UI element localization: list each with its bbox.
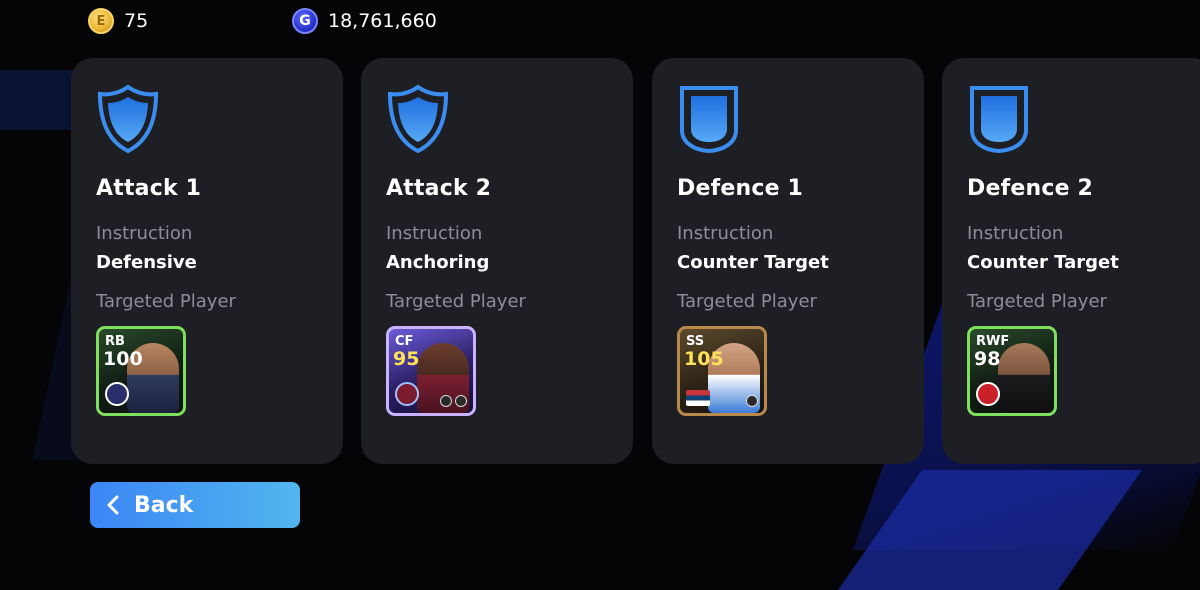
back-button-label: Back <box>134 492 194 518</box>
instruction-value: Anchoring <box>386 252 490 273</box>
player-position: CF <box>395 334 414 349</box>
instruction-label: Instruction <box>677 223 774 244</box>
instruction-value: Counter Target <box>677 252 829 273</box>
player-position: RWF <box>976 334 1010 349</box>
instruction-card-defence-2[interactable]: Defence 2 Instruction Counter Target Tar… <box>942 58 1200 464</box>
instruction-label: Instruction <box>386 223 483 244</box>
targeted-player-label: Targeted Player <box>967 291 1107 312</box>
gp-balance: G 18,761,660 <box>292 8 437 34</box>
instruction-value: Counter Target <box>967 252 1119 273</box>
instruction-label: Instruction <box>967 223 1064 244</box>
chevron-left-icon <box>107 495 119 515</box>
defence-shield-icon <box>680 86 738 154</box>
player-portrait <box>998 343 1050 413</box>
card-title: Attack 2 <box>386 176 492 201</box>
player-rating: 100 <box>103 348 143 370</box>
player-card[interactable]: CF 95 <box>386 326 476 416</box>
skill-chips <box>440 395 467 407</box>
targeted-player-label: Targeted Player <box>677 291 817 312</box>
skill-chip-icon <box>746 395 758 407</box>
targeted-player-label: Targeted Player <box>96 291 236 312</box>
background-stripe <box>837 470 1143 590</box>
club-badge-icon <box>395 382 419 406</box>
card-title: Attack 1 <box>96 176 202 201</box>
coins-balance: E 75 <box>88 8 148 34</box>
player-card[interactable]: RB 100 <box>96 326 186 416</box>
back-button[interactable]: Back <box>90 482 300 528</box>
player-rating: 105 <box>684 348 724 370</box>
player-rating: 95 <box>393 348 420 370</box>
nation-flag-icon <box>686 390 710 406</box>
gp-icon: G <box>292 8 318 34</box>
instruction-card-attack-1[interactable]: Attack 1 Instruction Defensive Targeted … <box>71 58 343 464</box>
attack-shield-icon <box>97 84 159 154</box>
instruction-card-defence-1[interactable]: Defence 1 Instruction Counter Target Tar… <box>652 58 924 464</box>
player-position: RB <box>105 334 125 349</box>
skill-chip-icon <box>455 395 467 407</box>
instruction-value: Defensive <box>96 252 197 273</box>
coins-amount: 75 <box>124 10 149 32</box>
gp-amount: 18,761,660 <box>328 10 437 32</box>
targeted-player-label: Targeted Player <box>386 291 526 312</box>
attack-shield-icon <box>387 84 449 154</box>
club-badge-icon <box>105 382 129 406</box>
card-title: Defence 1 <box>677 176 804 201</box>
skill-chip-icon <box>440 395 452 407</box>
player-card[interactable]: RWF 98 <box>967 326 1057 416</box>
instruction-card-attack-2[interactable]: Attack 2 Instruction Anchoring Targeted … <box>361 58 633 464</box>
instruction-label: Instruction <box>96 223 193 244</box>
card-title: Defence 2 <box>967 176 1094 201</box>
defence-shield-icon <box>970 86 1028 154</box>
skill-chips <box>746 395 758 407</box>
player-rating: 98 <box>974 348 1001 370</box>
player-position: SS <box>686 334 705 349</box>
player-card[interactable]: SS 105 <box>677 326 767 416</box>
coin-icon: E <box>88 8 114 34</box>
club-badge-icon <box>976 382 1000 406</box>
